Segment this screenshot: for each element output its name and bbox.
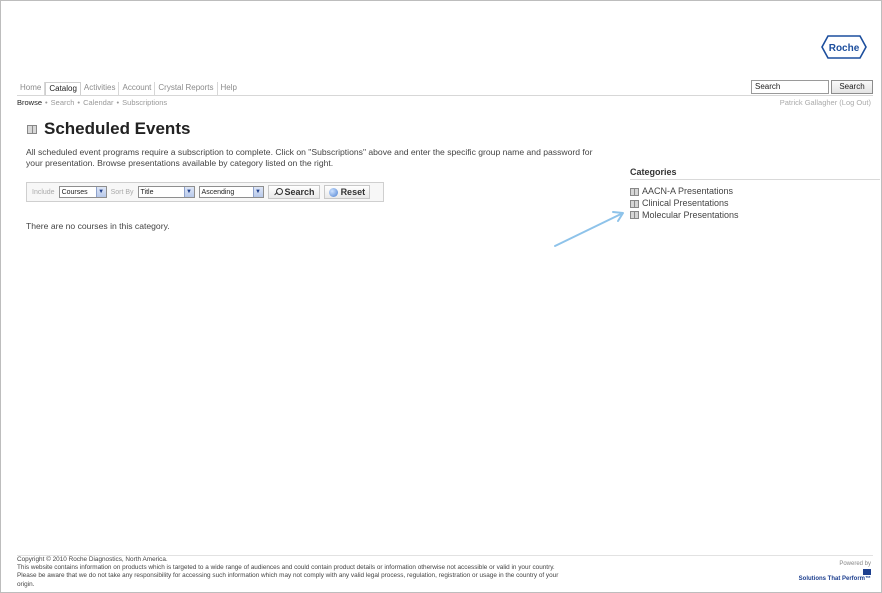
powered-by-label: Powered by [839, 561, 871, 567]
roche-logo: Roche [821, 35, 867, 59]
footer: Copyright © 2010 Roche Diagnostics, Nort… [17, 556, 762, 589]
chevron-down-icon: ▼ [95, 187, 106, 197]
book-icon [27, 124, 37, 134]
filter-bar: Include Courses ▼ Sort By Title ▼ Ascend… [26, 182, 384, 202]
subnav-separator: • [116, 98, 120, 107]
filter-reset-label: Reset [340, 187, 366, 197]
category-label: Clinical Presentations [642, 197, 729, 208]
order-select-value: Ascending [201, 188, 235, 196]
intro-text: All scheduled event programs require a s… [26, 147, 593, 168]
powered-logo-icon [863, 569, 871, 575]
sort-select-value: Title [140, 188, 154, 196]
category-item-molecular[interactable]: Molecular Presentations [630, 210, 739, 222]
global-search: Search Search [751, 80, 873, 94]
roche-logo-text: Roche [829, 43, 860, 54]
page-title: Scheduled Events [44, 119, 191, 138]
category-label: Molecular Presentations [642, 209, 739, 220]
category-item-clinical[interactable]: Clinical Presentations [630, 198, 739, 210]
powered-by-logo [799, 569, 871, 575]
sort-select[interactable]: Title ▼ [137, 186, 195, 198]
footer-disclaimer-2: Please be aware that we do not take any … [17, 572, 559, 580]
powered-tagline: Solutions That Perform™ [798, 576, 871, 582]
tab-activities[interactable]: Activities [81, 81, 120, 95]
tab-help[interactable]: Help [218, 82, 240, 95]
search-icon [273, 187, 283, 197]
footer-copyright: Copyright © 2010 Roche Diagnostics, Nort… [17, 556, 168, 563]
page-heading: Scheduled Events [27, 119, 190, 139]
empty-message: There are no courses in this category. [26, 221, 170, 231]
page-frame: Roche Home Catalog Activities Account Cr… [0, 0, 882, 593]
roche-logo-icon: Roche [821, 35, 867, 59]
global-search-button[interactable]: Search [831, 80, 873, 94]
footer-disclaimer-1: This website contains information on pro… [17, 564, 555, 572]
tab-account[interactable]: Account [119, 81, 156, 95]
subnav-subscriptions[interactable]: Subscriptions [122, 98, 167, 107]
powered-by: Powered by Solutions That Perform™ [799, 561, 871, 582]
tab-crystal-reports[interactable]: Crystal Reports [155, 81, 218, 95]
chevron-down-icon: ▼ [252, 187, 263, 197]
user-logout-link[interactable]: Patrick Gallagher (Log Out) [780, 98, 871, 107]
subnav-search[interactable]: Search [51, 98, 75, 107]
order-select[interactable]: Ascending ▼ [198, 186, 264, 198]
filter-search-label: Search [284, 187, 315, 197]
include-select[interactable]: Courses ▼ [58, 186, 107, 198]
nav-divider [17, 95, 873, 96]
filter-reset-button[interactable]: Reset [323, 185, 371, 199]
sort-label: Sort By [110, 188, 134, 196]
include-label: Include [32, 188, 55, 196]
tab-home[interactable]: Home [17, 81, 46, 95]
main-nav: Home Catalog Activities Account Crystal … [17, 81, 240, 95]
footer-disclaimer-3: origin. [17, 580, 35, 588]
annotation-arrow-icon [554, 211, 624, 247]
include-select-value: Courses [61, 188, 88, 196]
global-search-input[interactable]: Search [751, 80, 829, 94]
book-icon [630, 187, 639, 196]
book-icon [630, 199, 639, 208]
subnav-calendar[interactable]: Calendar [83, 98, 113, 107]
subnav-separator: • [45, 98, 48, 107]
chevron-down-icon: ▼ [183, 187, 194, 197]
categories-title: Categories [630, 167, 677, 177]
categories-list: AACN-A Presentations Clinical Presentati… [630, 186, 739, 221]
category-item-aacn-a[interactable]: AACN-A Presentations [630, 186, 739, 198]
reset-icon [328, 187, 338, 197]
sub-nav: Browse • Search • Calendar • Subscriptio… [17, 98, 167, 107]
filter-search-button[interactable]: Search [267, 185, 320, 199]
subnav-browse[interactable]: Browse [17, 98, 42, 107]
categories-divider [630, 179, 880, 180]
subnav-separator: • [77, 98, 81, 107]
tab-catalog[interactable]: Catalog [45, 81, 81, 95]
category-label: AACN-A Presentations [642, 186, 734, 196]
